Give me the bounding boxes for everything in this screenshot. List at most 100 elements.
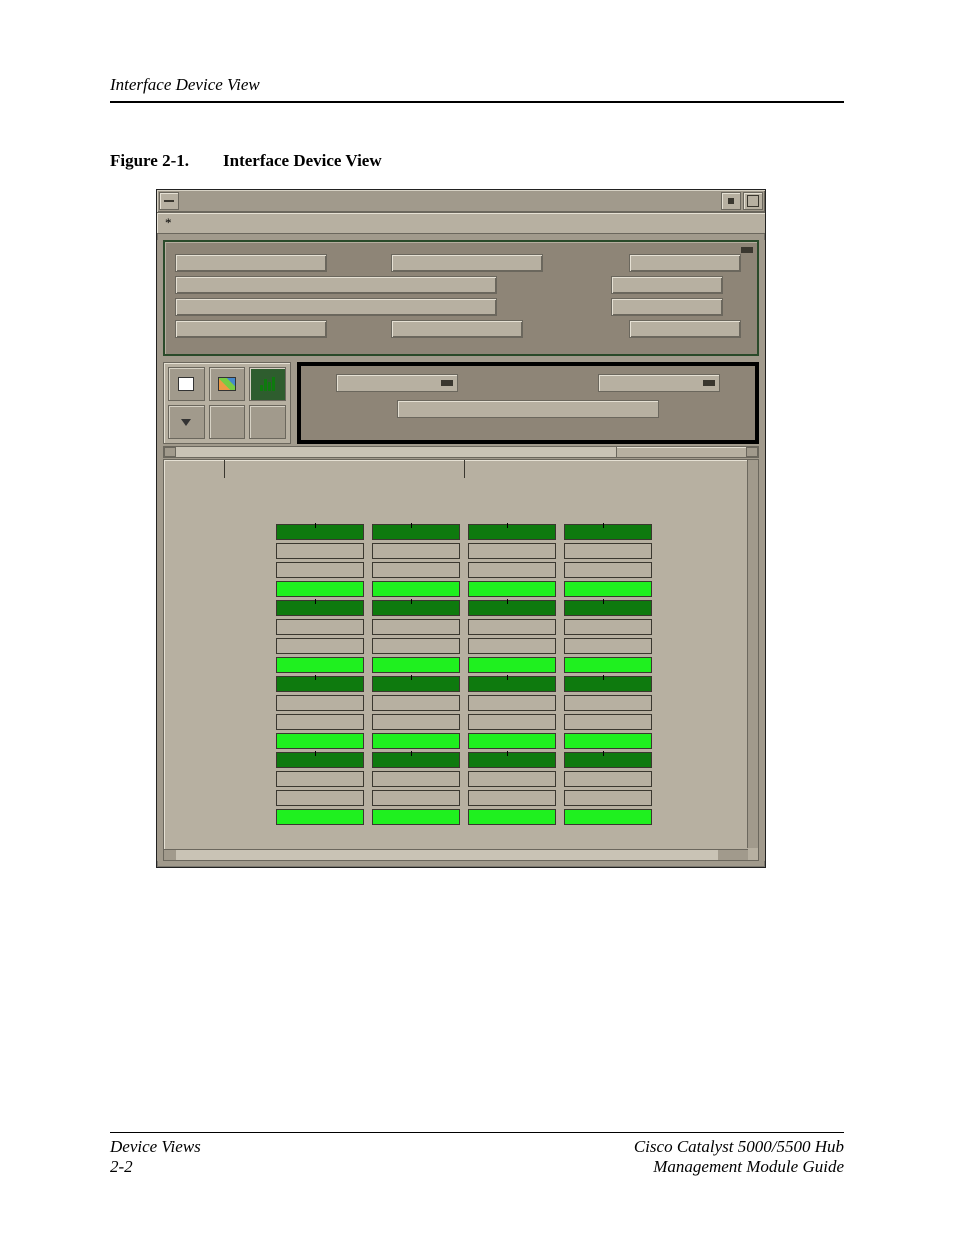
interface-port[interactable] bbox=[564, 752, 652, 768]
menubar[interactable]: * bbox=[157, 213, 765, 234]
interface-port[interactable] bbox=[372, 676, 460, 692]
interface-port[interactable] bbox=[564, 809, 652, 825]
info-dropdown[interactable] bbox=[391, 320, 523, 338]
vertical-scrollbar[interactable] bbox=[747, 460, 758, 848]
interface-port[interactable] bbox=[564, 524, 652, 540]
interface-port[interactable] bbox=[372, 733, 460, 749]
interface-port[interactable] bbox=[468, 695, 556, 711]
module-banner-panel bbox=[297, 362, 759, 444]
interface-port[interactable] bbox=[468, 600, 556, 616]
interface-port[interactable] bbox=[276, 638, 364, 654]
interface-port[interactable] bbox=[564, 771, 652, 787]
interface-port[interactable] bbox=[276, 733, 364, 749]
interface-port[interactable] bbox=[564, 543, 652, 559]
interface-port[interactable] bbox=[564, 657, 652, 673]
tool-bars-icon[interactable] bbox=[249, 367, 286, 401]
info-field[interactable] bbox=[175, 254, 327, 272]
interface-port[interactable] bbox=[372, 543, 460, 559]
scroll-left-icon[interactable] bbox=[164, 447, 176, 457]
interface-port[interactable] bbox=[564, 600, 652, 616]
interface-port[interactable] bbox=[276, 752, 364, 768]
selector-dropdown[interactable] bbox=[598, 374, 720, 392]
interface-port[interactable] bbox=[468, 790, 556, 806]
interface-port[interactable] bbox=[372, 809, 460, 825]
tool-chart-icon[interactable] bbox=[209, 367, 246, 401]
interface-port[interactable] bbox=[564, 619, 652, 635]
interface-port[interactable] bbox=[564, 581, 652, 597]
interface-port[interactable] bbox=[468, 714, 556, 730]
scroll-thumb[interactable] bbox=[176, 850, 718, 860]
interface-port[interactable] bbox=[564, 676, 652, 692]
interface-port[interactable] bbox=[372, 562, 460, 578]
scroll-thumb[interactable] bbox=[176, 447, 617, 457]
interface-port[interactable] bbox=[564, 733, 652, 749]
interface-port[interactable] bbox=[276, 714, 364, 730]
window-titlebar[interactable] bbox=[157, 190, 765, 213]
info-field[interactable] bbox=[611, 276, 723, 294]
interface-port[interactable] bbox=[468, 581, 556, 597]
interface-port[interactable] bbox=[468, 771, 556, 787]
menu-item-star[interactable]: * bbox=[165, 215, 172, 231]
info-field[interactable] bbox=[629, 320, 741, 338]
interface-port[interactable] bbox=[372, 714, 460, 730]
interface-port[interactable] bbox=[276, 695, 364, 711]
interface-port[interactable] bbox=[276, 619, 364, 635]
interface-port[interactable] bbox=[564, 695, 652, 711]
interface-port[interactable] bbox=[468, 543, 556, 559]
interface-port[interactable] bbox=[468, 524, 556, 540]
interface-port[interactable] bbox=[468, 562, 556, 578]
banner-field[interactable] bbox=[397, 400, 659, 418]
interface-port[interactable] bbox=[372, 638, 460, 654]
interface-port[interactable] bbox=[276, 543, 364, 559]
interface-port[interactable] bbox=[468, 657, 556, 673]
footer-left: Device Views 2-2 bbox=[110, 1137, 201, 1177]
interface-port[interactable] bbox=[276, 809, 364, 825]
interface-port[interactable] bbox=[372, 619, 460, 635]
interface-port[interactable] bbox=[468, 619, 556, 635]
tool-button[interactable] bbox=[209, 405, 246, 439]
interface-port[interactable] bbox=[276, 657, 364, 673]
horizontal-scrollbar[interactable] bbox=[164, 849, 748, 860]
interface-port[interactable] bbox=[468, 638, 556, 654]
interface-port[interactable] bbox=[564, 562, 652, 578]
tool-button[interactable] bbox=[249, 405, 286, 439]
info-field[interactable] bbox=[175, 320, 327, 338]
interface-port[interactable] bbox=[372, 790, 460, 806]
maximize-button[interactable] bbox=[743, 192, 763, 210]
scroll-right-icon[interactable] bbox=[746, 447, 758, 457]
interface-port[interactable] bbox=[372, 581, 460, 597]
interface-port[interactable] bbox=[564, 638, 652, 654]
interface-port[interactable] bbox=[276, 581, 364, 597]
interface-port[interactable] bbox=[276, 771, 364, 787]
window-menu-button[interactable] bbox=[159, 192, 179, 210]
interface-port[interactable] bbox=[372, 695, 460, 711]
interface-port[interactable] bbox=[468, 733, 556, 749]
info-field[interactable] bbox=[391, 254, 543, 272]
minimize-button[interactable] bbox=[721, 192, 741, 210]
interface-port[interactable] bbox=[468, 809, 556, 825]
interface-port[interactable] bbox=[276, 562, 364, 578]
selector-dropdown[interactable] bbox=[336, 374, 458, 392]
interface-port[interactable] bbox=[372, 752, 460, 768]
info-field[interactable] bbox=[629, 254, 741, 272]
info-field[interactable] bbox=[175, 276, 497, 294]
interface-port[interactable] bbox=[276, 600, 364, 616]
tool-sheet-icon[interactable] bbox=[168, 367, 205, 401]
interface-port[interactable] bbox=[564, 790, 652, 806]
interface-port[interactable] bbox=[276, 676, 364, 692]
upper-scrollbar[interactable] bbox=[163, 446, 759, 458]
interface-port[interactable] bbox=[468, 752, 556, 768]
tool-down-icon[interactable] bbox=[168, 405, 205, 439]
interface-port[interactable] bbox=[564, 714, 652, 730]
interface-port[interactable] bbox=[372, 524, 460, 540]
interface-port[interactable] bbox=[276, 790, 364, 806]
info-field[interactable] bbox=[175, 298, 497, 316]
info-field[interactable] bbox=[611, 298, 723, 316]
footer-product: Cisco Catalyst 5000/5500 Hub bbox=[634, 1137, 844, 1157]
ruler-tick bbox=[464, 460, 465, 478]
interface-port[interactable] bbox=[372, 657, 460, 673]
interface-port[interactable] bbox=[372, 771, 460, 787]
interface-port[interactable] bbox=[276, 524, 364, 540]
interface-port[interactable] bbox=[372, 600, 460, 616]
interface-port[interactable] bbox=[468, 676, 556, 692]
